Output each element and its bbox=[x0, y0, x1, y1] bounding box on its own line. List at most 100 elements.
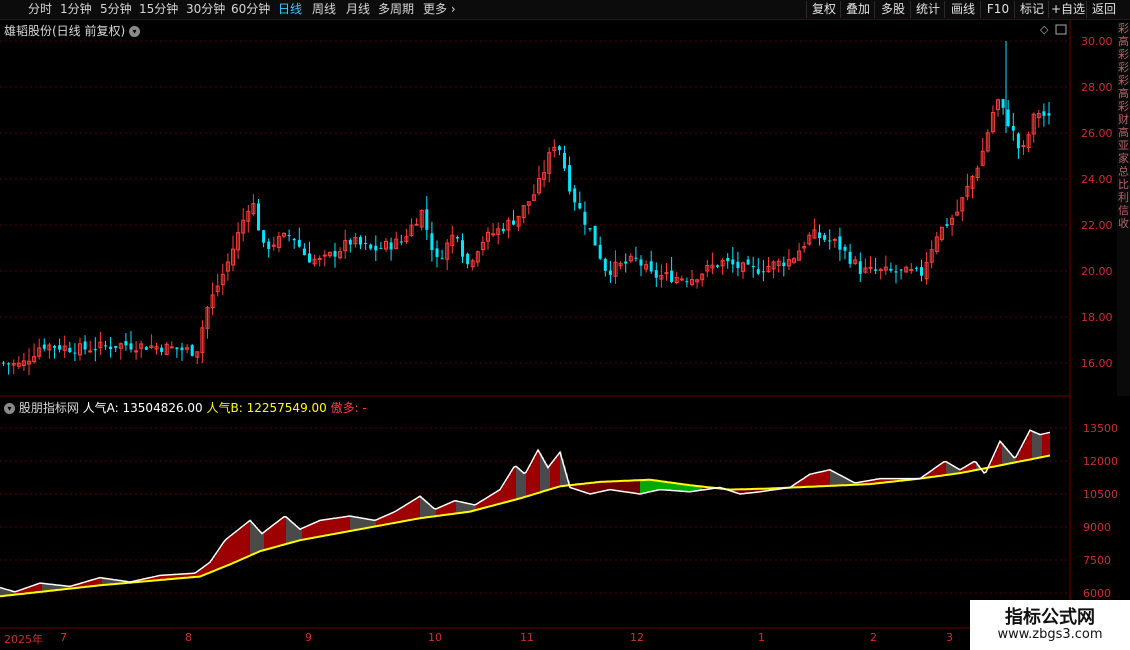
indicator-fill bbox=[392, 512, 394, 524]
indicator-fill bbox=[928, 472, 930, 478]
period-tab-6[interactable]: 日线 bbox=[278, 1, 302, 18]
indicator-tick: 13500 bbox=[1083, 422, 1118, 435]
indicator-fill bbox=[498, 490, 500, 505]
toolbar-button-8[interactable]: 返回 bbox=[1086, 1, 1121, 18]
indicator-fill bbox=[1006, 448, 1008, 465]
candle-body bbox=[282, 232, 286, 237]
toolbar-button-3[interactable]: 统计 bbox=[910, 1, 945, 18]
indicator-fill bbox=[910, 478, 912, 480]
indicator-fill bbox=[310, 524, 312, 539]
indicator-legend: ▾ 股朋指标网 人气A: 13504826.00 人气B: 12257549.0… bbox=[4, 399, 367, 416]
period-tab-8[interactable]: 月线 bbox=[346, 1, 370, 18]
candle-body bbox=[1026, 134, 1031, 148]
indicator-fill bbox=[364, 518, 366, 529]
indicator-fill bbox=[632, 480, 634, 493]
candle-body bbox=[818, 232, 821, 239]
candle-body bbox=[338, 251, 343, 259]
indicator-fill bbox=[954, 466, 956, 474]
candle-body bbox=[322, 254, 327, 257]
indicator-fill bbox=[556, 457, 558, 488]
indicator-fill bbox=[890, 478, 892, 482]
indicator-fill bbox=[50, 584, 52, 591]
candle-body bbox=[526, 201, 531, 206]
candle-body bbox=[685, 281, 689, 283]
indicator-fill bbox=[620, 481, 622, 492]
candle-body bbox=[389, 242, 393, 250]
indicator-fill bbox=[356, 517, 358, 530]
toolbar-button-6[interactable]: 标记 bbox=[1014, 1, 1049, 18]
stock-title: 雄韬股份(日线 前复权) ▾ bbox=[4, 22, 141, 39]
indicator-fill bbox=[742, 489, 744, 494]
indicator-fill bbox=[488, 496, 490, 507]
price-tick: 22.00 bbox=[1081, 219, 1113, 232]
period-tab-1[interactable]: 1分钟 bbox=[60, 1, 92, 18]
indicator-fill bbox=[684, 484, 686, 492]
indicator-fill bbox=[626, 480, 628, 492]
candle-body bbox=[644, 264, 649, 270]
period-tab-2[interactable]: 5分钟 bbox=[100, 1, 132, 18]
indicator-fill bbox=[606, 481, 608, 491]
candle-body bbox=[78, 343, 82, 356]
indicator-fill bbox=[214, 556, 216, 571]
indicator-fill bbox=[708, 487, 710, 490]
indicator-fill bbox=[882, 478, 884, 483]
indicator-fill bbox=[480, 501, 482, 509]
indicator-fill bbox=[842, 476, 844, 486]
candle-body bbox=[210, 294, 215, 309]
indicator-fill bbox=[1032, 431, 1034, 460]
period-tab-3[interactable]: 15分钟 bbox=[139, 1, 178, 18]
indicator-fill bbox=[204, 566, 206, 575]
period-tab-4[interactable]: 30分钟 bbox=[186, 1, 225, 18]
candle-body bbox=[899, 269, 903, 271]
indicator-fill bbox=[804, 478, 806, 488]
indicator-fill bbox=[74, 585, 76, 589]
toolbar-button-0[interactable]: 复权 bbox=[806, 1, 841, 18]
indicator-fill bbox=[432, 506, 434, 517]
candle-body bbox=[379, 247, 383, 249]
indicator-fill bbox=[514, 467, 516, 500]
indicator-fill bbox=[254, 524, 256, 554]
period-tab-0[interactable]: 分时 bbox=[28, 1, 52, 18]
indicator-fill bbox=[560, 452, 562, 487]
indicator-fill bbox=[574, 484, 576, 489]
date-tick: 2 bbox=[870, 631, 877, 644]
chevron-down-icon[interactable]: ▾ bbox=[4, 403, 15, 414]
candle-body bbox=[455, 237, 459, 239]
toolbar-button-7[interactable]: +自选 bbox=[1048, 1, 1087, 18]
toolbar-button-2[interactable]: 多股 bbox=[874, 1, 911, 18]
indicator-fill bbox=[106, 578, 108, 585]
indicator-fill bbox=[184, 573, 186, 578]
candle-body bbox=[506, 219, 511, 231]
period-tab-5[interactable]: 60分钟 bbox=[231, 1, 270, 18]
candle-body bbox=[225, 261, 230, 272]
candle-body bbox=[220, 274, 225, 286]
candle-body bbox=[83, 341, 87, 350]
candle-body bbox=[359, 237, 362, 245]
period-tab-10[interactable]: 更多 › bbox=[423, 1, 456, 18]
toolbar-button-4[interactable]: 画线 bbox=[944, 1, 981, 18]
period-tab-7[interactable]: 周线 bbox=[312, 1, 336, 18]
indicator-fill bbox=[576, 484, 578, 490]
indicator-fill bbox=[212, 559, 214, 572]
indicator-fill bbox=[874, 479, 876, 484]
indicator-fill bbox=[404, 506, 406, 522]
indicator-fill bbox=[362, 518, 364, 529]
candle-body bbox=[491, 233, 496, 236]
indicator-fill bbox=[860, 482, 862, 485]
toolbar-button-5[interactable]: F10 bbox=[980, 1, 1015, 18]
price-tick: 28.00 bbox=[1081, 81, 1113, 94]
indicator-fill bbox=[102, 577, 104, 586]
candle-body bbox=[1016, 133, 1020, 149]
candle-body bbox=[710, 264, 715, 269]
candle-body bbox=[109, 346, 113, 350]
period-tab-9[interactable]: 多周期 bbox=[378, 1, 414, 18]
indicator-fill bbox=[536, 453, 538, 494]
candle-body bbox=[848, 251, 852, 264]
candle-body bbox=[858, 261, 862, 274]
indicator-fill bbox=[564, 466, 566, 486]
toolbar-button-1[interactable]: 叠加 bbox=[840, 1, 875, 18]
candle-body bbox=[32, 356, 37, 363]
chevron-down-icon[interactable]: ▾ bbox=[129, 26, 141, 37]
date-tick: 10 bbox=[428, 631, 442, 644]
indicator-fill bbox=[710, 487, 712, 489]
